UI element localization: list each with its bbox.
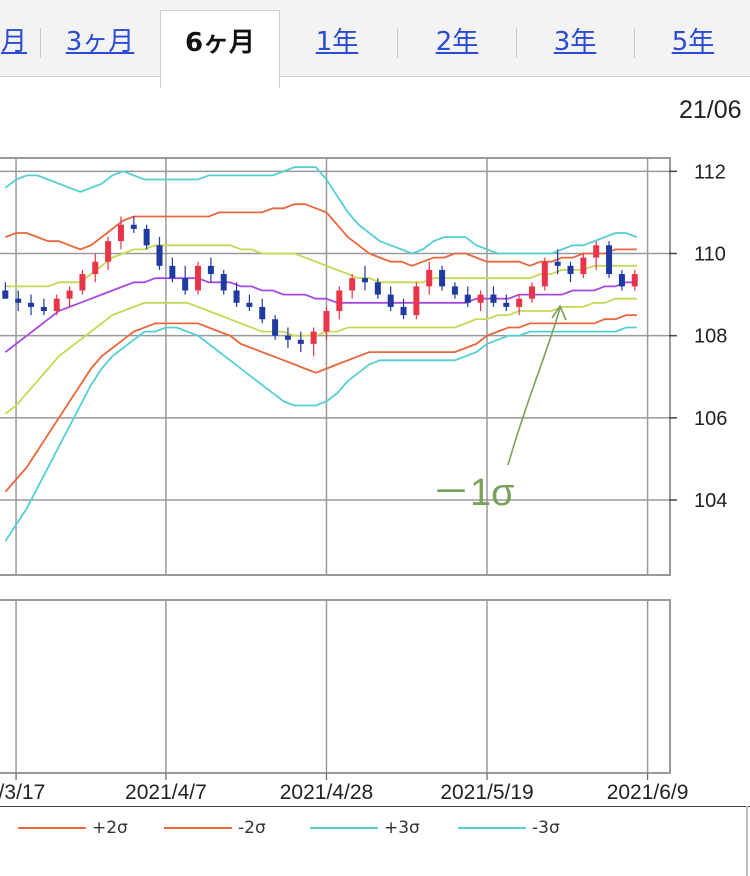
legend-item-minus2sigma: -2σ [164, 818, 266, 838]
bollinger-candlestick-chart: 112 110 108 106 104 1/3/17 2021/4/7 2021/4/28 2… [0, 157, 727, 804]
candle-body [28, 302, 35, 307]
candle-body [53, 298, 60, 312]
volume-plot-frame [0, 599, 671, 774]
candle-body [40, 306, 47, 312]
candle-body [246, 302, 253, 307]
x-tick-label: 2021/4/7 [125, 781, 207, 804]
y-axis-ticks: 112 110 108 106 104 [669, 161, 727, 512]
chart-legend: +2σ -2σ +3σ -3σ [0, 808, 750, 848]
candle-body [79, 274, 86, 291]
y-tick-label: 106 [694, 408, 727, 430]
annotation-label: －1σ [432, 472, 515, 514]
minus-1-sigma-annotation: －1σ [432, 304, 567, 514]
candle-body [195, 265, 202, 291]
candle-body [387, 294, 394, 307]
legend-label: +3σ [384, 818, 420, 838]
right-edge-rule [746, 806, 748, 876]
candle-body [182, 278, 189, 291]
candle-body [413, 286, 420, 316]
candle-body [464, 294, 471, 303]
legend-label: +2σ [92, 818, 128, 838]
candle-body [323, 311, 330, 332]
candle-body [284, 335, 291, 340]
candle-body [169, 265, 176, 279]
legend-item-minus3sigma: -3σ [458, 818, 560, 838]
candle-body [207, 265, 214, 275]
y-tick-label: 110 [694, 244, 726, 266]
candle-body [516, 298, 523, 307]
legend-divider [0, 806, 750, 807]
candle-body [117, 224, 124, 242]
candle-body [259, 306, 266, 320]
candle-body [156, 245, 163, 266]
candle-body [477, 294, 484, 303]
x-tick-label: 2021/4/28 [280, 781, 373, 804]
candle-body [490, 294, 497, 303]
candle-body [105, 241, 112, 262]
price-plot-frame [0, 157, 671, 576]
candle-body [593, 245, 600, 258]
bollinger-bands [4, 166, 638, 542]
candle-body [528, 286, 535, 299]
candle-body [143, 228, 150, 246]
legend-item-plus3sigma: +3σ [310, 818, 420, 838]
candle-body [439, 269, 446, 287]
legend-item-plus2sigma: +2σ [18, 818, 128, 838]
candle-body [426, 269, 433, 287]
candle-body [233, 290, 240, 303]
candle-body [374, 282, 381, 295]
candle-body [567, 265, 574, 275]
y-tick-label: 104 [694, 490, 727, 512]
candle-body [554, 261, 561, 266]
candle-body [220, 274, 227, 291]
legend-label: -3σ [532, 818, 560, 838]
band-line [5, 203, 637, 267]
candle-body [541, 261, 548, 287]
y-tick-label: 112 [694, 161, 726, 183]
candle-body [362, 278, 369, 283]
chart-grid [0, 159, 669, 772]
candle-body [272, 319, 279, 336]
candle-body [92, 261, 99, 275]
band-line [4, 297, 637, 415]
candle-body [310, 331, 317, 344]
candle-body [451, 286, 458, 295]
band-line [4, 277, 637, 353]
candle-body [130, 224, 137, 229]
candle-body [400, 306, 407, 316]
candle-body [580, 257, 587, 275]
x-tick-label: 2021/6/9 [607, 781, 689, 804]
candle-body [618, 274, 625, 287]
candle-body [297, 339, 304, 344]
candle-body [2, 290, 9, 299]
candle-body [336, 290, 343, 312]
legend-label: -2σ [238, 818, 266, 838]
x-tick-label: 2021/5/19 [440, 781, 533, 804]
candle-body [631, 274, 638, 287]
candle-body [349, 278, 356, 291]
x-axis-ticks: 1/3/17 2021/4/7 2021/4/28 2021/5/19 2021/6/9 [0, 773, 688, 804]
candle-body [606, 245, 613, 275]
candle-body [503, 302, 510, 307]
y-tick-label: 108 [694, 326, 727, 348]
x-tick-label: 1/3/17 [0, 781, 45, 804]
candle-body [15, 298, 22, 303]
candle-body [66, 290, 73, 299]
